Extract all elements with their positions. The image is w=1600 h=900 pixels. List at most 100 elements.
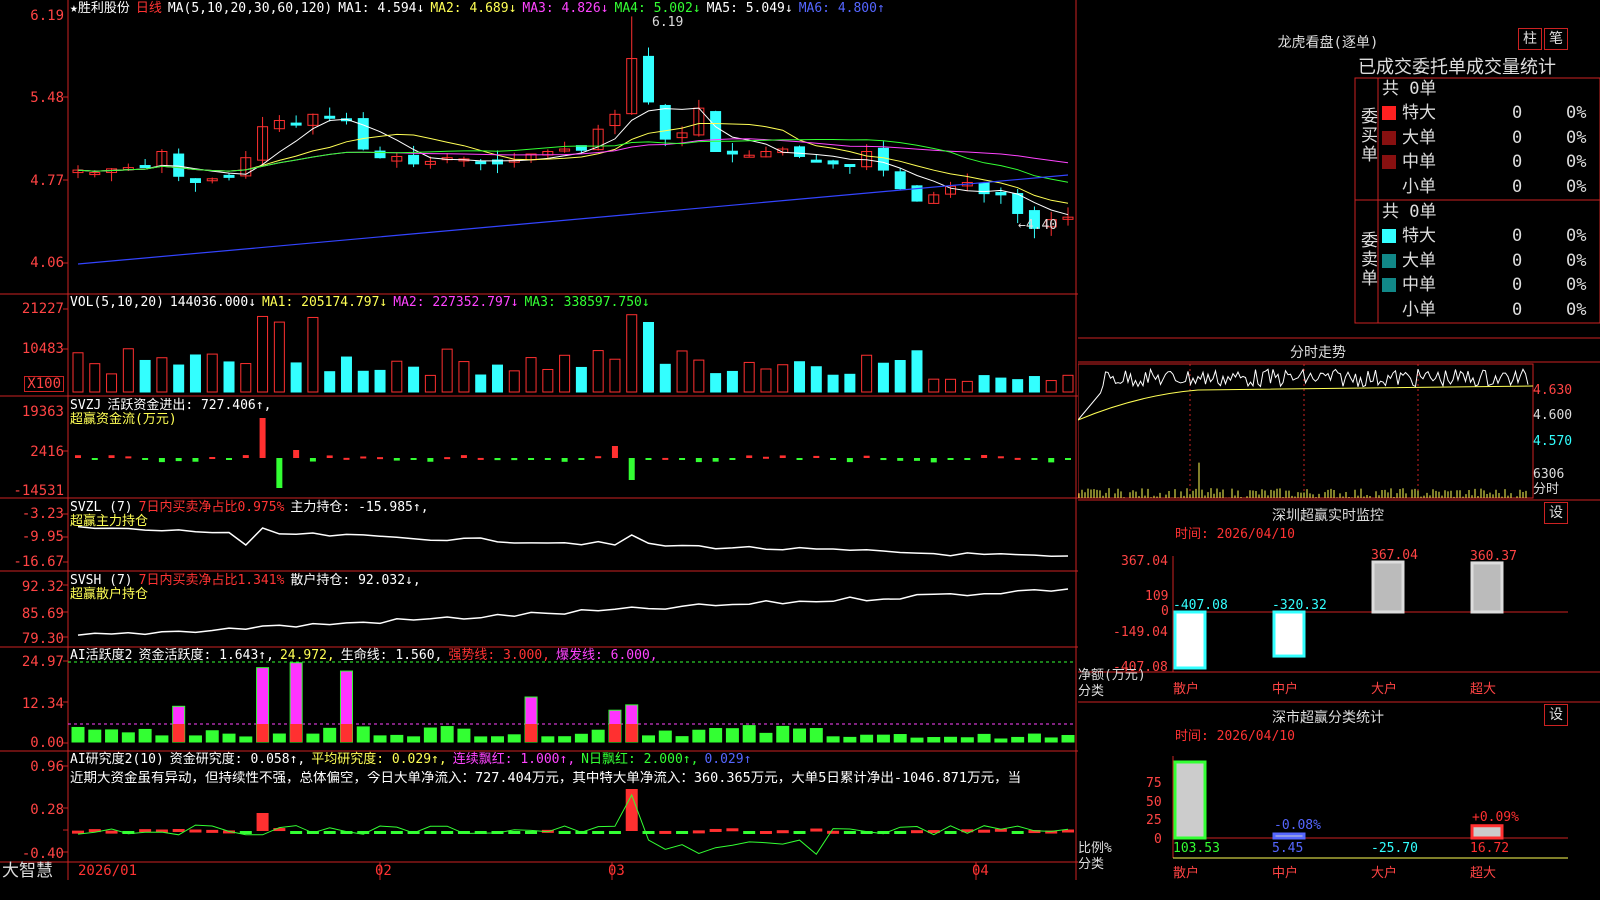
svzj-bar — [997, 456, 1004, 459]
ai-active-bar — [843, 736, 857, 743]
ai-research-bar — [642, 831, 655, 834]
sz-category-label: 散户 — [1173, 682, 1200, 697]
ai-active-bar — [558, 736, 572, 743]
vol-value: 144036.000↓ — [169, 295, 257, 310]
stats-row-name: 中单 — [1402, 275, 1436, 295]
volume-bar — [676, 350, 688, 393]
ai-research-bar — [709, 828, 722, 832]
candle-body — [659, 104, 671, 140]
ai-active-bar-base — [290, 724, 303, 742]
vol-ma2: MA2: 227352.797↓ — [393, 295, 519, 310]
ai-active-bar — [994, 738, 1008, 743]
ai-research-bar — [206, 829, 219, 833]
main-chart-area[interactable]: ★胜利股份 日线 MA(5,10,20,30,60,120) MA1: 4.594↓ M… — [0, 0, 1078, 880]
cls-settings-button[interactable]: 设 — [1544, 704, 1568, 726]
candle-body — [223, 174, 235, 178]
volume-bar — [1045, 380, 1057, 393]
intraday-frame — [1078, 363, 1534, 499]
bar-mode-button[interactable]: 柱 — [1518, 28, 1542, 50]
volume-bar — [156, 357, 168, 393]
sz-bar — [1470, 561, 1504, 614]
legend-square-icon — [1382, 253, 1396, 268]
svzj-bar — [964, 458, 971, 461]
ai-active-bar — [709, 728, 723, 743]
svzj-bar — [1014, 457, 1021, 460]
sz-category-label: 大户 — [1371, 682, 1398, 697]
ai-active-bar — [658, 730, 672, 743]
svzj-bar — [796, 458, 803, 460]
ai-active-y-axis: 24.97 12.34 0.00 — [0, 647, 64, 751]
candle-body — [139, 165, 151, 169]
volume-bar — [106, 373, 118, 393]
volume-bar — [710, 373, 722, 393]
candle-body — [475, 161, 487, 165]
volume-bar — [424, 374, 436, 393]
svzj-bar — [393, 458, 400, 461]
legend-square-icon — [1382, 130, 1396, 145]
ai-research-bar — [692, 830, 705, 834]
intraday-title: 分时走势 — [1290, 345, 1346, 361]
sz-y-title: 净额(万元) — [1078, 668, 1146, 683]
legend-square-icon — [1382, 278, 1396, 292]
stock-name[interactable]: ★胜利股份 — [70, 1, 130, 16]
candle-body — [844, 164, 856, 168]
ai-research-bar — [1011, 831, 1024, 834]
svzl-ratio: 7日内买卖净占比0.975% — [138, 500, 285, 515]
vol-unit-label[interactable]: X100 — [24, 376, 64, 392]
svzl-value: 主力持仓: -15.985↑, — [290, 500, 429, 515]
stats-row-count: 0 — [1512, 299, 1523, 320]
svzj-bar — [1065, 458, 1071, 460]
ai-research-cont: 连续飘红: 1.000↑, — [452, 752, 576, 767]
sz-bar-label: -407.08 — [1173, 598, 1228, 613]
cls-bar-label: 103.53 — [1173, 841, 1220, 856]
svzj-bar — [595, 456, 602, 459]
sz-monitor-title: 深圳超赢实时监控 — [1272, 508, 1384, 524]
ai-research-bar — [390, 831, 403, 834]
svzj-subtitle: 超赢资金流(万元) — [70, 412, 177, 427]
legend-square-icon — [1382, 229, 1396, 243]
sz-settings-button[interactable]: 设 — [1544, 502, 1568, 524]
ai-research-bar — [910, 830, 923, 834]
volume-bar — [609, 358, 621, 393]
volume-bar — [290, 362, 302, 393]
stats-row-count: 0 — [1512, 127, 1523, 148]
period-label[interactable]: 日线 — [136, 1, 162, 16]
ai-active-bar — [809, 728, 823, 743]
stats-row-count: 0 — [1512, 176, 1523, 197]
svzj-y-axis: 19363 2416 -14531 — [0, 396, 64, 499]
ma6-line — [77, 174, 1069, 265]
svsh-subtitle: 超赢散户持仓 — [70, 587, 149, 602]
volume-bar — [844, 373, 856, 393]
volume-bar — [307, 316, 319, 393]
ai-active-bar — [675, 736, 689, 743]
svsh-y-label: 79.30 — [21, 631, 64, 647]
stats-row-count: 0 — [1512, 250, 1523, 271]
pen-mode-button[interactable]: 笔 — [1544, 28, 1568, 50]
main-chart-svg[interactable] — [0, 0, 1078, 880]
stats-row-pct: 0% — [1566, 127, 1587, 148]
price-header: ★胜利股份 日线 MA(5,10,20,30,60,120) MA1: 4.594↓ M… — [70, 1, 891, 16]
volume-bar — [978, 375, 990, 393]
svzj-bar — [578, 458, 585, 460]
volume-bar — [206, 353, 218, 393]
ai-active-bar — [692, 729, 706, 743]
svsh-y-label: 92.32 — [21, 579, 64, 595]
candle-body — [827, 160, 839, 165]
svzj-bar — [125, 456, 132, 459]
sell-total: 共 0单 — [1382, 202, 1437, 222]
ai-research-bar — [843, 831, 856, 834]
svzj-bar — [276, 458, 283, 488]
svzj-bar — [863, 455, 870, 458]
ma3-value: MA3: 4.826↓ — [522, 1, 609, 16]
ai-research-bar — [105, 830, 118, 834]
candle-body — [810, 159, 822, 163]
svzj-bar — [192, 458, 199, 462]
volume-bar — [945, 378, 957, 393]
svsh-y-label: 85.69 — [21, 606, 64, 622]
svzj-bar — [477, 457, 484, 460]
ai-active-bar — [944, 736, 958, 743]
stats-row-pct: 0% — [1566, 226, 1587, 246]
volume-bar — [324, 371, 336, 393]
sz-y-label: 109 — [1145, 589, 1169, 605]
ai-research-bar — [508, 831, 521, 834]
